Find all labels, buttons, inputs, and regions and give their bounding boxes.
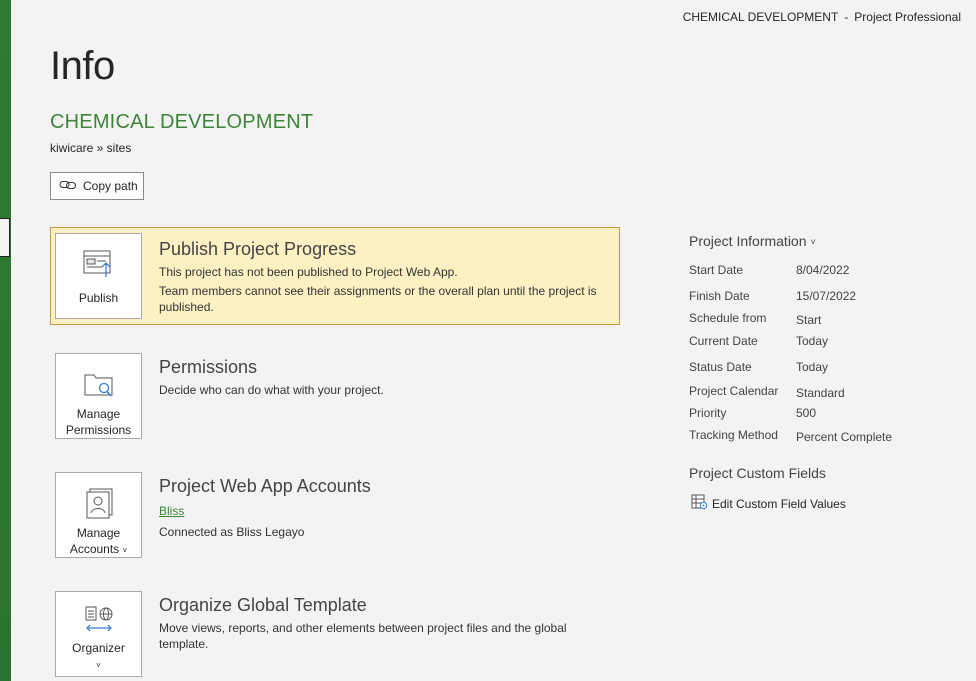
info-label: Priority bbox=[689, 406, 727, 420]
window-app-name: Project Professional bbox=[854, 10, 961, 24]
nav-selection-marker[interactable] bbox=[0, 218, 10, 257]
chevron-down-icon: ˅ bbox=[810, 237, 816, 247]
publish-icon bbox=[82, 248, 116, 280]
project-information-dropdown[interactable]: Project Information ˅ bbox=[689, 233, 959, 249]
organizer-icon bbox=[83, 604, 115, 636]
permissions-description: Permissions Decide who can do what with … bbox=[159, 357, 614, 398]
info-value[interactable]: Today bbox=[796, 334, 828, 348]
info-label: Finish Date bbox=[689, 289, 750, 303]
edit-custom-field-values-label: Edit Custom Field Values bbox=[712, 496, 846, 511]
organizer-title: Organize Global Template bbox=[159, 595, 367, 615]
custom-fields-icon bbox=[691, 494, 708, 513]
publish-description: Publish Project Progress This project ha… bbox=[159, 239, 614, 315]
info-value[interactable]: 500 bbox=[796, 406, 816, 420]
permissions-text: Decide who can do what with your project… bbox=[159, 383, 384, 397]
manage-permissions-label: Manage Permissions bbox=[66, 406, 131, 438]
info-label: Start Date bbox=[689, 263, 744, 277]
info-label: Status Date bbox=[689, 360, 752, 374]
manage-accounts-icon bbox=[84, 487, 114, 519]
accounts-title: Project Web App Accounts bbox=[159, 476, 371, 496]
window-title-separator: - bbox=[844, 10, 849, 24]
chevron-down-icon: ˅ bbox=[122, 546, 128, 555]
info-row-current-date: Current Date Today bbox=[689, 334, 959, 348]
organizer-label: Organizer ˅ bbox=[72, 640, 125, 674]
manage-accounts-button[interactable]: Manage Accounts ˅ bbox=[55, 472, 142, 558]
manage-accounts-label-line2: Accounts bbox=[69, 542, 120, 556]
accounts-description: Project Web App Accounts Bliss Connected… bbox=[159, 476, 614, 540]
page-title: Info bbox=[50, 44, 115, 88]
manage-permissions-icon bbox=[82, 368, 116, 400]
info-row-priority: Priority 500 bbox=[689, 406, 959, 420]
organizer-label-text: Organizer bbox=[72, 641, 125, 655]
publish-warning-text: Team members cannot see their assignment… bbox=[159, 284, 597, 314]
accounts-section: Manage Accounts ˅ Project Web App Accoun… bbox=[50, 466, 620, 564]
info-value[interactable]: Today bbox=[796, 360, 828, 374]
info-value[interactable]: Start bbox=[796, 313, 821, 327]
document-name: CHEMICAL DEVELOPMENT bbox=[50, 111, 314, 133]
project-information-panel: Project Information ˅ Start Date 8/04/20… bbox=[689, 233, 959, 444]
permissions-title: Permissions bbox=[159, 357, 258, 377]
project-custom-fields-heading: Project Custom Fields bbox=[689, 465, 826, 481]
organizer-button[interactable]: Organizer ˅ bbox=[55, 591, 142, 677]
copy-path-label: Copy path bbox=[83, 179, 138, 193]
window-title: CHEMICAL DEVELOPMENT - Project Professiona… bbox=[683, 10, 961, 24]
manage-permissions-label-line2: Permissions bbox=[65, 423, 132, 437]
project-information-heading: Project Information bbox=[689, 233, 807, 249]
info-label: Current Date bbox=[689, 334, 758, 348]
organizer-text: Move views, reports, and other elements … bbox=[159, 621, 567, 651]
info-label: Tracking Method bbox=[689, 428, 778, 442]
edit-custom-field-values-button[interactable]: Edit Custom Field Values bbox=[691, 494, 846, 513]
organizer-description: Organize Global Template Move views, rep… bbox=[159, 595, 614, 652]
info-label: Schedule from bbox=[689, 311, 767, 325]
publish-section: Publish Publish Project Progress This pr… bbox=[50, 227, 620, 325]
publish-status-text: This project has not been published to P… bbox=[159, 265, 458, 279]
manage-permissions-label-line1: Manage bbox=[76, 407, 121, 421]
publish-label: Publish bbox=[78, 291, 119, 305]
info-value[interactable]: 15/07/2022 bbox=[796, 289, 856, 303]
info-row-finish-date: Finish Date 15/07/2022 bbox=[689, 289, 959, 303]
chevron-down-icon: ˅ bbox=[96, 661, 101, 670]
info-row-tracking-method: Tracking Method Percent Complete bbox=[689, 428, 959, 444]
info-label: Project Calendar bbox=[689, 384, 779, 398]
window-doc-title: CHEMICAL DEVELOPMENT bbox=[682, 10, 839, 24]
publish-button[interactable]: Publish bbox=[55, 233, 142, 319]
document-path: kiwicare » sites bbox=[50, 141, 132, 155]
manage-permissions-button[interactable]: Manage Permissions bbox=[55, 353, 142, 439]
info-row-schedule-from: Schedule from Start bbox=[689, 311, 959, 327]
info-value[interactable]: Percent Complete bbox=[796, 430, 892, 444]
copy-path-button[interactable]: Copy path bbox=[50, 172, 144, 200]
manage-accounts-label-line1: Manage bbox=[76, 526, 121, 540]
permissions-section: Manage Permissions Permissions Decide wh… bbox=[50, 347, 620, 445]
connected-as-text: Connected as Bliss Legayo bbox=[159, 525, 305, 539]
info-value[interactable]: 8/04/2022 bbox=[796, 263, 849, 277]
info-row-status-date: Status Date Today bbox=[689, 360, 959, 374]
account-link[interactable]: Bliss bbox=[159, 503, 184, 519]
organizer-section: Organizer ˅ Organize Global Template Mov… bbox=[50, 585, 620, 681]
backstage-nav-strip bbox=[0, 0, 11, 681]
manage-accounts-label: Manage Accounts ˅ bbox=[70, 525, 127, 559]
info-value[interactable]: Standard bbox=[796, 386, 845, 400]
info-row-project-calendar: Project Calendar Standard bbox=[689, 384, 959, 400]
info-row-start-date: Start Date 8/04/2022 bbox=[689, 263, 959, 277]
publish-title: Publish Project Progress bbox=[159, 239, 357, 259]
link-icon bbox=[59, 179, 77, 194]
